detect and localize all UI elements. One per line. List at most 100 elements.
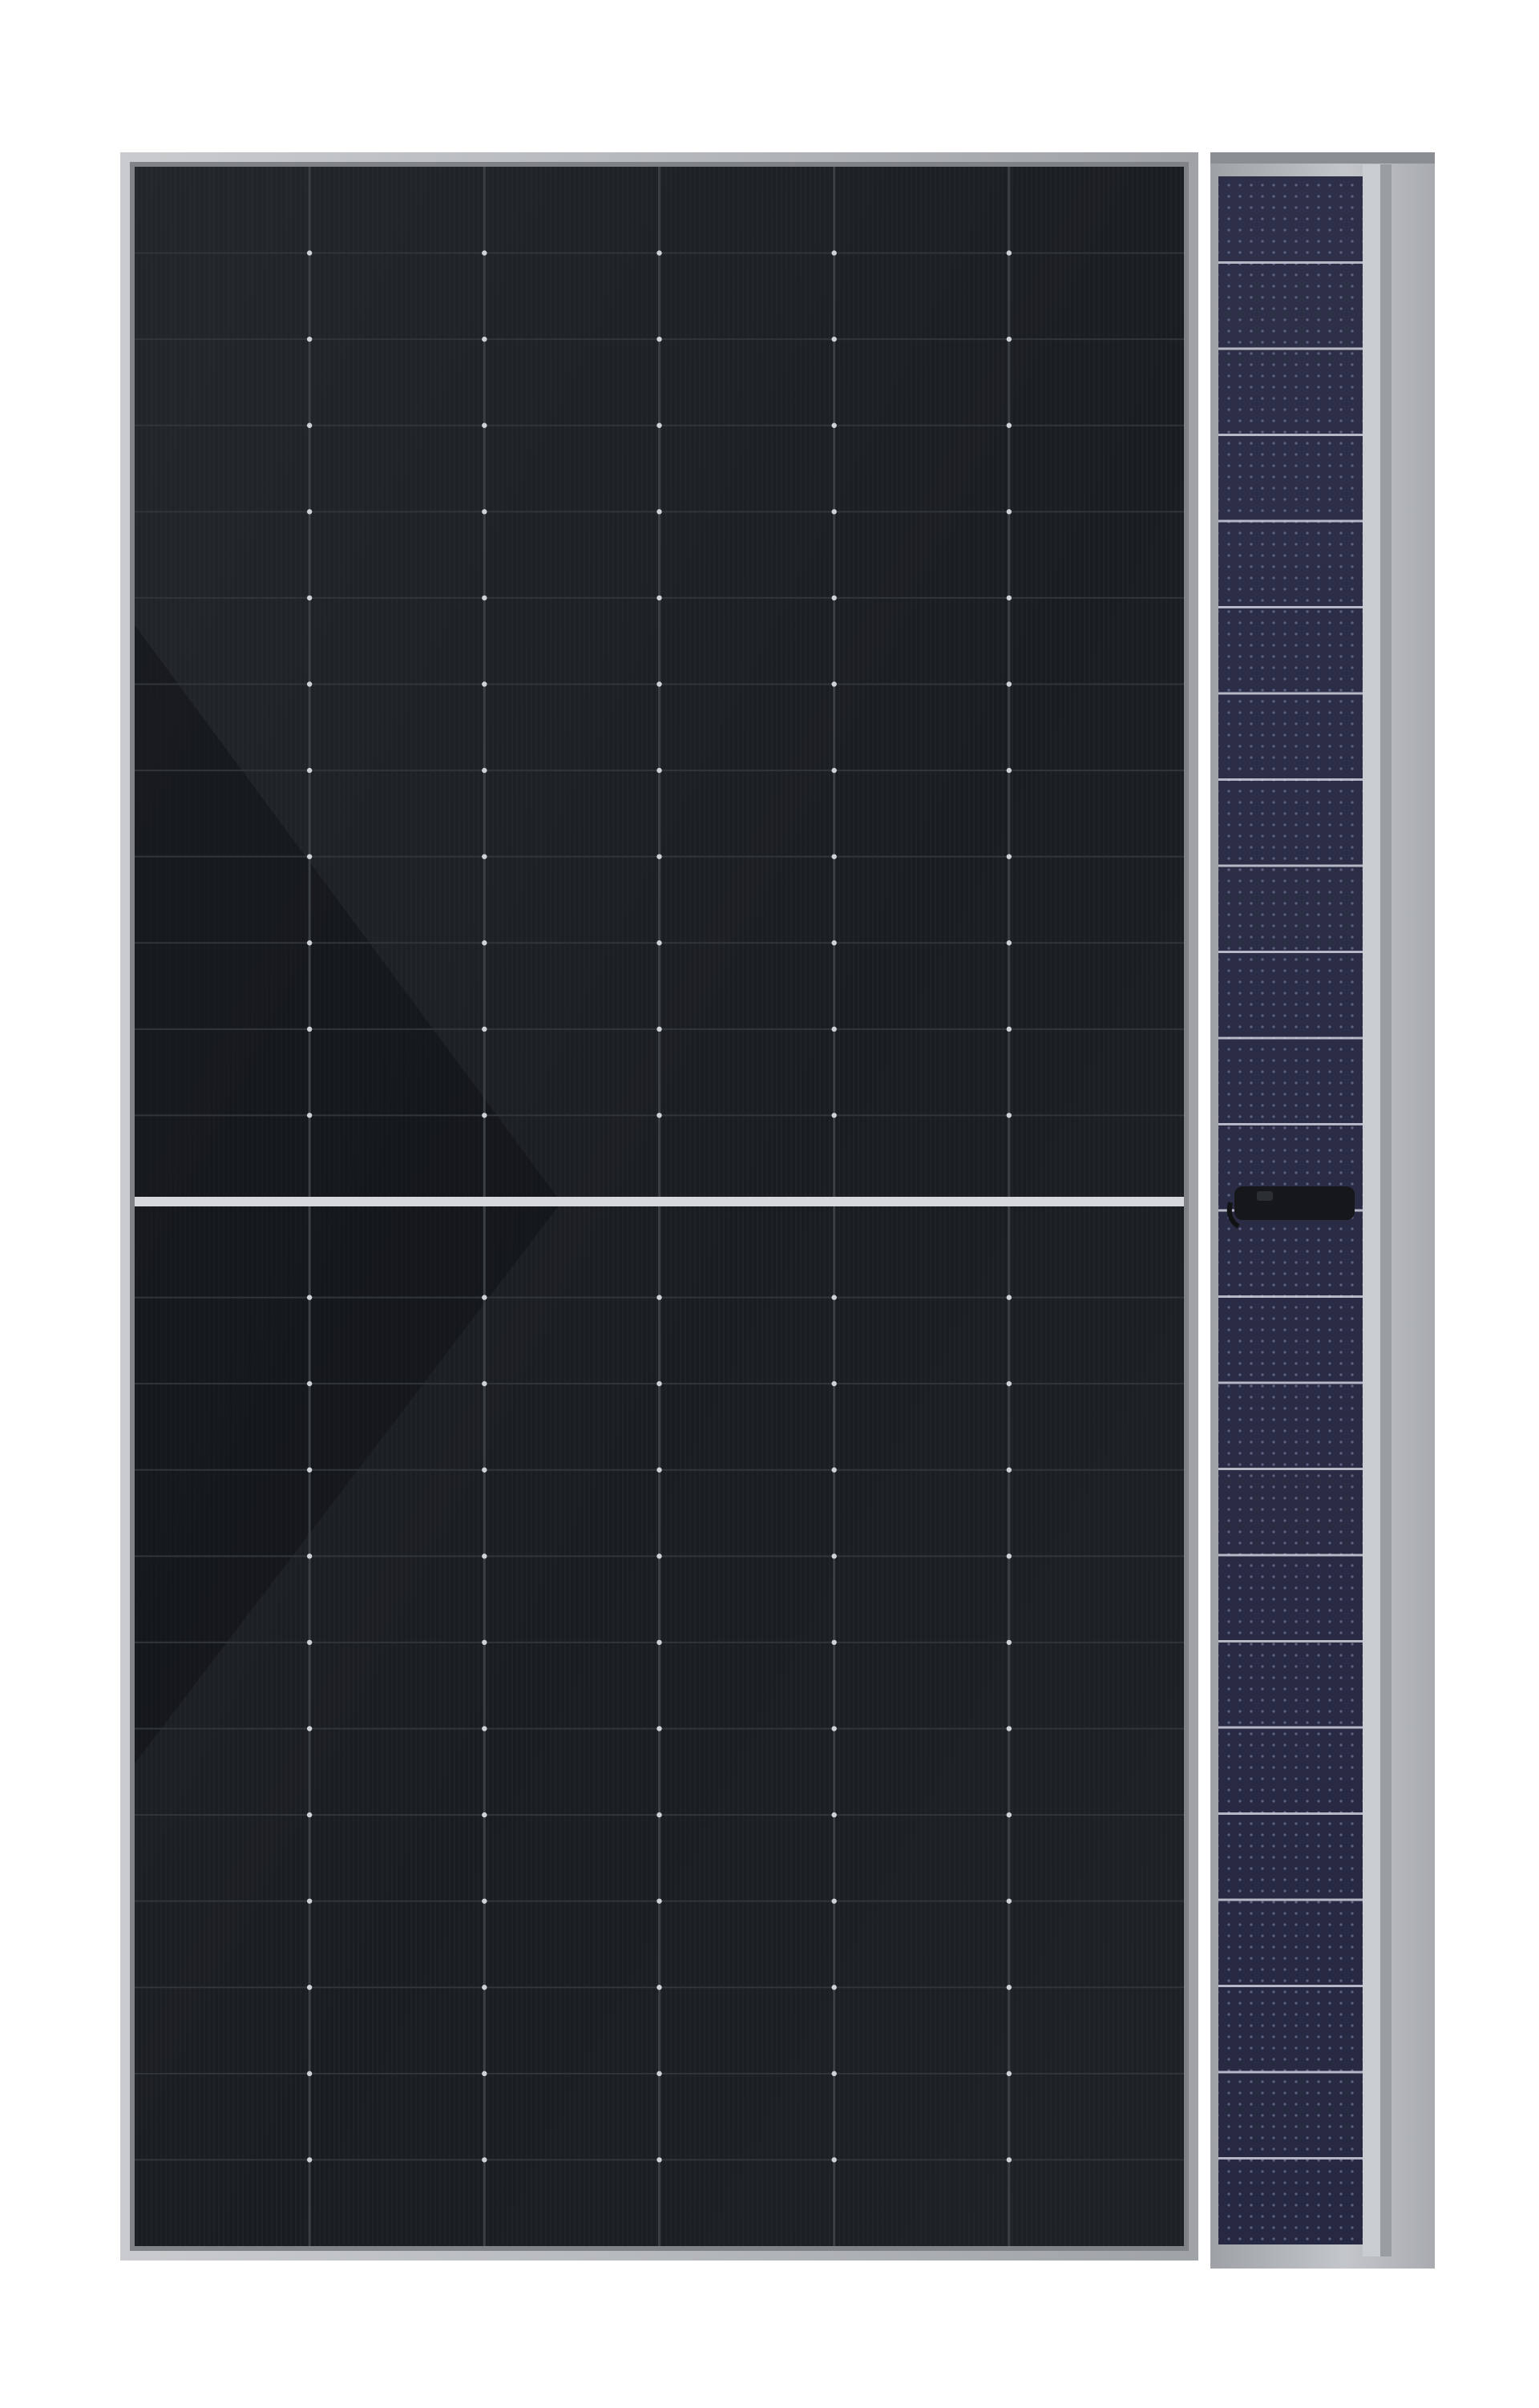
front-cell-corner-dot (306, 1812, 313, 1818)
front-panel (120, 152, 1198, 2261)
front-cell-corner-dot (482, 1467, 487, 1473)
front-cell-corner-dot (482, 2071, 487, 2077)
front-cell-corner-dot (306, 940, 313, 946)
front-cell-corner-dot (1006, 1553, 1012, 1559)
front-cell-corner-dot (831, 336, 837, 342)
rear-panel-side-rail-shadow (1380, 164, 1392, 2256)
front-cell-corner-dot (656, 1295, 662, 1300)
front-cell-corner-dot (831, 1553, 837, 1559)
front-cell-corner-dot (831, 422, 837, 428)
front-cell-corner-dot (1006, 854, 1012, 859)
front-cell-corner-dot (306, 422, 313, 428)
front-cell-corner-dot (831, 1726, 837, 1731)
front-cell-corner-dot (306, 595, 313, 601)
front-cell-corner-dot (306, 2157, 313, 2163)
front-cell-corner-dot (831, 1812, 837, 1818)
front-cell-corner-dot (1006, 2157, 1012, 2163)
front-cell-corner-dot (306, 1553, 313, 1559)
front-cell-corner-dot (306, 1639, 313, 1646)
front-cell-corner-dot (831, 681, 837, 687)
front-cell-corner-dot (656, 1380, 662, 1387)
front-cell-corner-dot (1006, 2071, 1012, 2077)
front-cell-corner-dot (1006, 1026, 1012, 1032)
front-cell-corner-dot (482, 1113, 487, 1118)
front-cell-corner-dot (656, 422, 662, 428)
front-cell-corner-dot (831, 1898, 837, 1904)
front-cell-corner-dot (1006, 1985, 1012, 1990)
front-cell-corner-dot (306, 2071, 313, 2077)
front-cell-corner-dot (482, 1380, 487, 1387)
front-cell-corner-dot (482, 250, 487, 256)
front-cell-corner-dot (1006, 1113, 1012, 1118)
front-cell-corner-dot (831, 1639, 837, 1646)
front-cell-corner-dot (656, 1026, 662, 1032)
front-cell-corner-dot (482, 1639, 487, 1646)
front-cell-corner-dot (831, 1985, 837, 1990)
front-cell-corner-dot (831, 767, 837, 774)
front-cell-corner-dot (306, 1295, 313, 1300)
front-cell-corner-dot (306, 336, 313, 342)
front-cell-corner-dot (1006, 767, 1012, 774)
front-cell-corner-dot (1006, 940, 1012, 946)
front-cell-corner-dot (482, 1726, 487, 1731)
front-cell-corner-dot (306, 1985, 313, 1990)
front-cell-corner-dot (831, 1113, 837, 1118)
front-cell-corner-dot (656, 2071, 662, 2077)
front-cell-corner-dot (656, 2157, 662, 2163)
front-cell-corner-dot (482, 422, 487, 428)
front-cell-corner-dot (482, 1812, 487, 1818)
front-cell-corner-dot (306, 1898, 313, 1904)
front-cell-corner-dot (656, 1113, 662, 1118)
front-cell-corner-dot (306, 1726, 313, 1731)
front-cell-corner-dot (1006, 1295, 1012, 1300)
front-cell-corner-dot (482, 1553, 487, 1559)
front-cell-corner-dot (656, 767, 662, 774)
front-cell-corner-dot (831, 2157, 837, 2163)
front-cell-corner-dot (1006, 336, 1012, 342)
front-cell-corner-dot (1006, 509, 1012, 515)
front-cell-corner-dot (656, 250, 662, 256)
front-cell-corner-dot (656, 1898, 662, 1904)
front-cell-corner-dot (656, 1726, 662, 1731)
front-cell-corner-dot (482, 767, 487, 774)
front-cell-corner-dot (306, 1467, 313, 1473)
front-cell-corner-dot (831, 595, 837, 601)
front-cell-corner-dot (656, 1812, 662, 1818)
front-cell-corner-dot (306, 767, 313, 774)
front-cell-corner-dot (831, 854, 837, 859)
front-cell-corner-dot (306, 509, 313, 515)
front-cell-corner-dot (831, 1295, 837, 1300)
front-cell-corner-dot (831, 2071, 837, 2077)
front-cell-corner-dot (656, 1553, 662, 1559)
front-cell-corner-dot (482, 336, 487, 342)
front-cell-corner-dot (306, 1113, 313, 1118)
front-cell-corner-dot (482, 1985, 487, 1990)
front-cell-corner-dot (831, 1026, 837, 1032)
front-cell-corner-dot (482, 854, 487, 859)
front-cell-corner-dot (1006, 1898, 1012, 1904)
front-cell-corner-dot (831, 1467, 837, 1473)
front-cell-corner-dot (482, 2157, 487, 2163)
front-cell-corner-dot (1006, 681, 1012, 687)
front-cell-corner-dot (656, 509, 662, 515)
front-cell-corner-dot (1006, 1467, 1012, 1473)
front-cell-corner-dot (1006, 595, 1012, 601)
rear-panel-frame-edge (1210, 152, 1435, 164)
front-cell-corner-dot (306, 681, 313, 687)
front-cell-corner-dot (656, 1985, 662, 1990)
front-cell-corner-dot (656, 336, 662, 342)
front-cell-corner-dot (1006, 1639, 1012, 1646)
front-cell-corner-dot (306, 250, 313, 256)
front-cell-corner-dot (831, 250, 837, 256)
solar-panel-scene (120, 152, 1435, 2269)
front-cell-corner-dot (482, 595, 487, 601)
rear-panel (1210, 152, 1435, 2269)
front-cell-corner-dot (831, 1380, 837, 1387)
front-cell-corner-dot (1006, 1726, 1012, 1731)
front-cell-corner-dot (306, 854, 313, 859)
front-cell-corner-dot (656, 595, 662, 601)
front-cell-corner-dot (482, 940, 487, 946)
front-cell-corner-dot (656, 681, 662, 687)
front-cell-corner-dot (482, 1898, 487, 1904)
front-cell-corner-dot (656, 940, 662, 946)
